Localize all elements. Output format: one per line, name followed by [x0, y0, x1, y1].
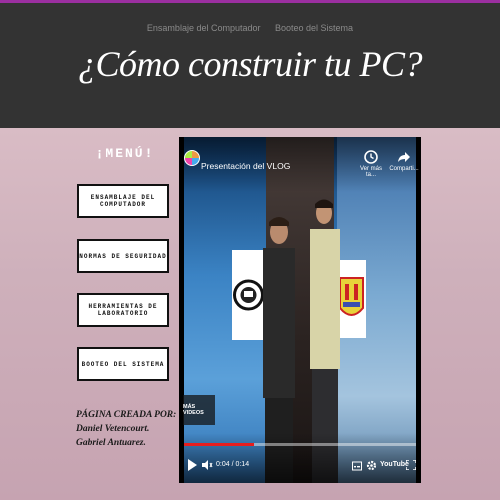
- share-icon: [398, 152, 410, 162]
- video-title[interactable]: Presentación del VLOG: [201, 161, 290, 171]
- clock-icon: [364, 150, 378, 164]
- volume-icon[interactable]: [201, 459, 213, 471]
- settings-gear-icon[interactable]: [366, 460, 377, 471]
- menu-button-normas[interactable]: NORMAS DE SEGURIDAD: [77, 239, 169, 273]
- video-time: 0:04 / 0:14: [216, 461, 250, 468]
- credits-author-1: Daniel Vetencourt.: [76, 424, 150, 434]
- play-icon[interactable]: [187, 459, 197, 471]
- video-bottom-overlay: [179, 433, 421, 483]
- watch-later-control[interactable]: Ver más ta...: [356, 150, 386, 178]
- credits-heading: PÁGINA CREADA POR:: [76, 410, 177, 420]
- subtitles-icon[interactable]: [352, 461, 362, 471]
- progress-bar[interactable]: [184, 443, 254, 446]
- credits: PÁGINA CREADA POR: Daniel Vetencourt. Ga…: [76, 408, 186, 450]
- header: Ensamblaje del Computador Booteo del Sis…: [0, 3, 500, 128]
- page-title: ¿Cómo construir tu PC?: [77, 44, 423, 84]
- top-nav: Ensamblaje del Computador Booteo del Sis…: [0, 23, 500, 33]
- menu-title: ¡MENÚ!: [95, 146, 155, 161]
- menu-button-herramientas[interactable]: HERRAMIENTAS DE LABORATORIO: [77, 293, 169, 327]
- nav-link-ensamblaje[interactable]: Ensamblaje del Computador: [147, 23, 261, 33]
- right-school-logo: [337, 260, 366, 338]
- watch-later-label: Ver más ta...: [359, 166, 382, 178]
- youtube-logo[interactable]: YouTube: [380, 461, 409, 468]
- channel-avatar[interactable]: [184, 150, 200, 166]
- share-label: Comparti...: [389, 166, 419, 172]
- more-videos-button[interactable]: MÁS VIDEOS: [183, 395, 215, 425]
- video-player[interactable]: Presentación del VLOG Ver más ta... Comp…: [179, 137, 421, 483]
- menu-button-ensamblaje[interactable]: ENSAMBLAJE DEL COMPUTADOR: [77, 184, 169, 218]
- nav-link-booteo[interactable]: Booteo del Sistema: [275, 23, 353, 33]
- menu-button-booteo[interactable]: BOOTEO DEL SISTEMA: [77, 347, 169, 381]
- credits-author-2: Gabriel Antuarez.: [76, 438, 146, 448]
- fullscreen-icon[interactable]: [406, 460, 416, 470]
- share-control[interactable]: Comparti...: [389, 150, 419, 172]
